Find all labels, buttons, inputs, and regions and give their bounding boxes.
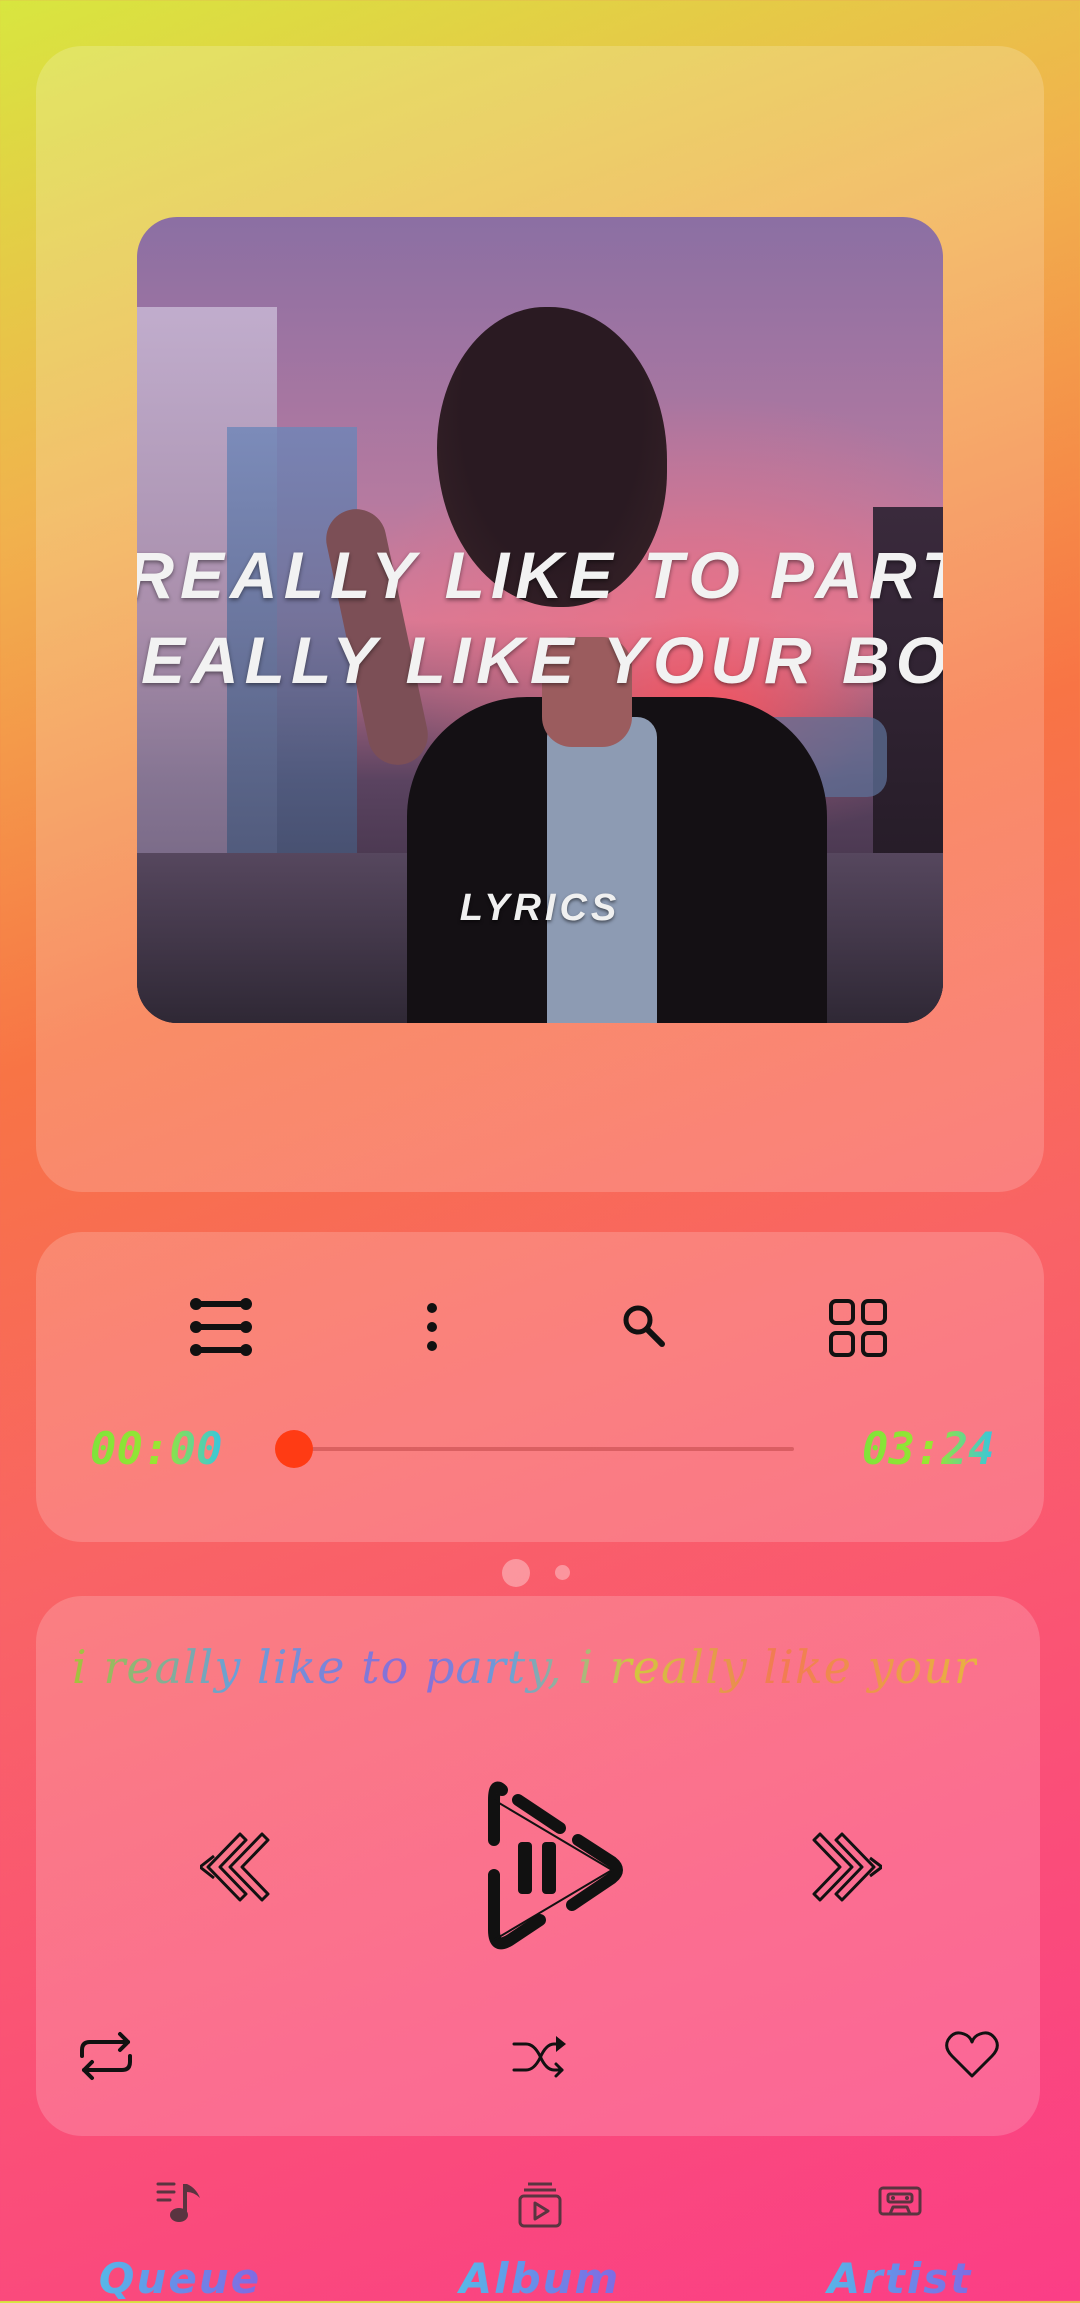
album-icon bbox=[430, 2180, 650, 2230]
total-time: 03:24 bbox=[862, 1424, 995, 1475]
current-lyric-line: i really like to party, i really like yo… bbox=[72, 1640, 977, 1694]
shuffle-icon[interactable] bbox=[512, 2032, 568, 2082]
artwork-caption: LYRICS bbox=[459, 887, 621, 929]
nav-queue-label: Queue bbox=[70, 2254, 290, 2303]
controls-card bbox=[36, 1232, 1044, 1542]
search-icon[interactable] bbox=[620, 1302, 668, 1350]
rewind-icon[interactable] bbox=[200, 1830, 270, 1904]
cassette-icon bbox=[790, 2180, 1010, 2230]
current-time: 00:00 bbox=[90, 1424, 223, 1475]
artwork-lyric-line-2: EALLY LIKE YOUR BO bbox=[140, 623, 943, 697]
music-note-icon bbox=[70, 2180, 290, 2230]
repeat-icon[interactable] bbox=[76, 2030, 136, 2082]
more-vert-icon[interactable] bbox=[420, 1302, 444, 1352]
nav-artist-label: Artist bbox=[790, 2254, 1010, 2303]
page-indicator[interactable] bbox=[555, 1565, 570, 1580]
nav-album[interactable]: Album bbox=[430, 2180, 650, 2303]
nav-queue[interactable]: Queue bbox=[70, 2180, 290, 2303]
artwork-lyric-line-1: REALLY LIKE TO PART bbox=[137, 538, 943, 612]
seek-bar[interactable] bbox=[294, 1447, 794, 1451]
page-indicator-active[interactable] bbox=[502, 1559, 530, 1587]
seek-thumb[interactable] bbox=[275, 1430, 313, 1468]
fast-forward-icon[interactable] bbox=[812, 1830, 882, 1904]
play-pause-icon[interactable] bbox=[480, 1770, 630, 1960]
artwork-shirt bbox=[547, 717, 657, 1023]
queue-list-icon[interactable] bbox=[190, 1296, 252, 1358]
nav-album-label: Album bbox=[430, 2254, 650, 2303]
grid-icon[interactable] bbox=[828, 1298, 888, 1358]
album-artwork: REALLY LIKE TO PART EALLY LIKE YOUR BO L… bbox=[137, 217, 943, 1023]
nav-artist[interactable]: Artist bbox=[790, 2180, 1010, 2303]
heart-icon[interactable] bbox=[944, 2030, 1000, 2080]
